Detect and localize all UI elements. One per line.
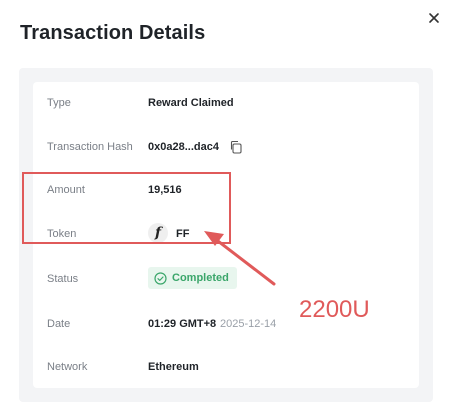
annotation-highlight-box — [22, 172, 231, 244]
status-badge: Completed — [148, 267, 237, 289]
transaction-hash-value: 0x0a28...dac4 — [148, 141, 219, 153]
date-day-value: 2025-12-14 — [220, 318, 277, 330]
status-label: Status — [47, 273, 79, 285]
close-icon[interactable] — [426, 10, 442, 26]
check-circle-icon — [154, 271, 167, 285]
copy-icon[interactable] — [229, 140, 243, 154]
annotation-text: 2200U — [299, 296, 370, 323]
transaction-hash-label: Transaction Hash — [47, 141, 133, 153]
date-label: Date — [47, 318, 71, 330]
type-value: Reward Claimed — [148, 97, 234, 109]
type-label: Type — [47, 97, 71, 109]
date-time-value: 01:29 GMT+8 — [148, 318, 217, 330]
modal-title: Transaction Details — [20, 22, 206, 44]
network-label: Network — [47, 361, 88, 373]
status-value: Completed — [172, 272, 229, 284]
transaction-details-modal: Transaction Details Type Reward Claimed … — [0, 0, 454, 420]
network-value: Ethereum — [148, 361, 199, 373]
